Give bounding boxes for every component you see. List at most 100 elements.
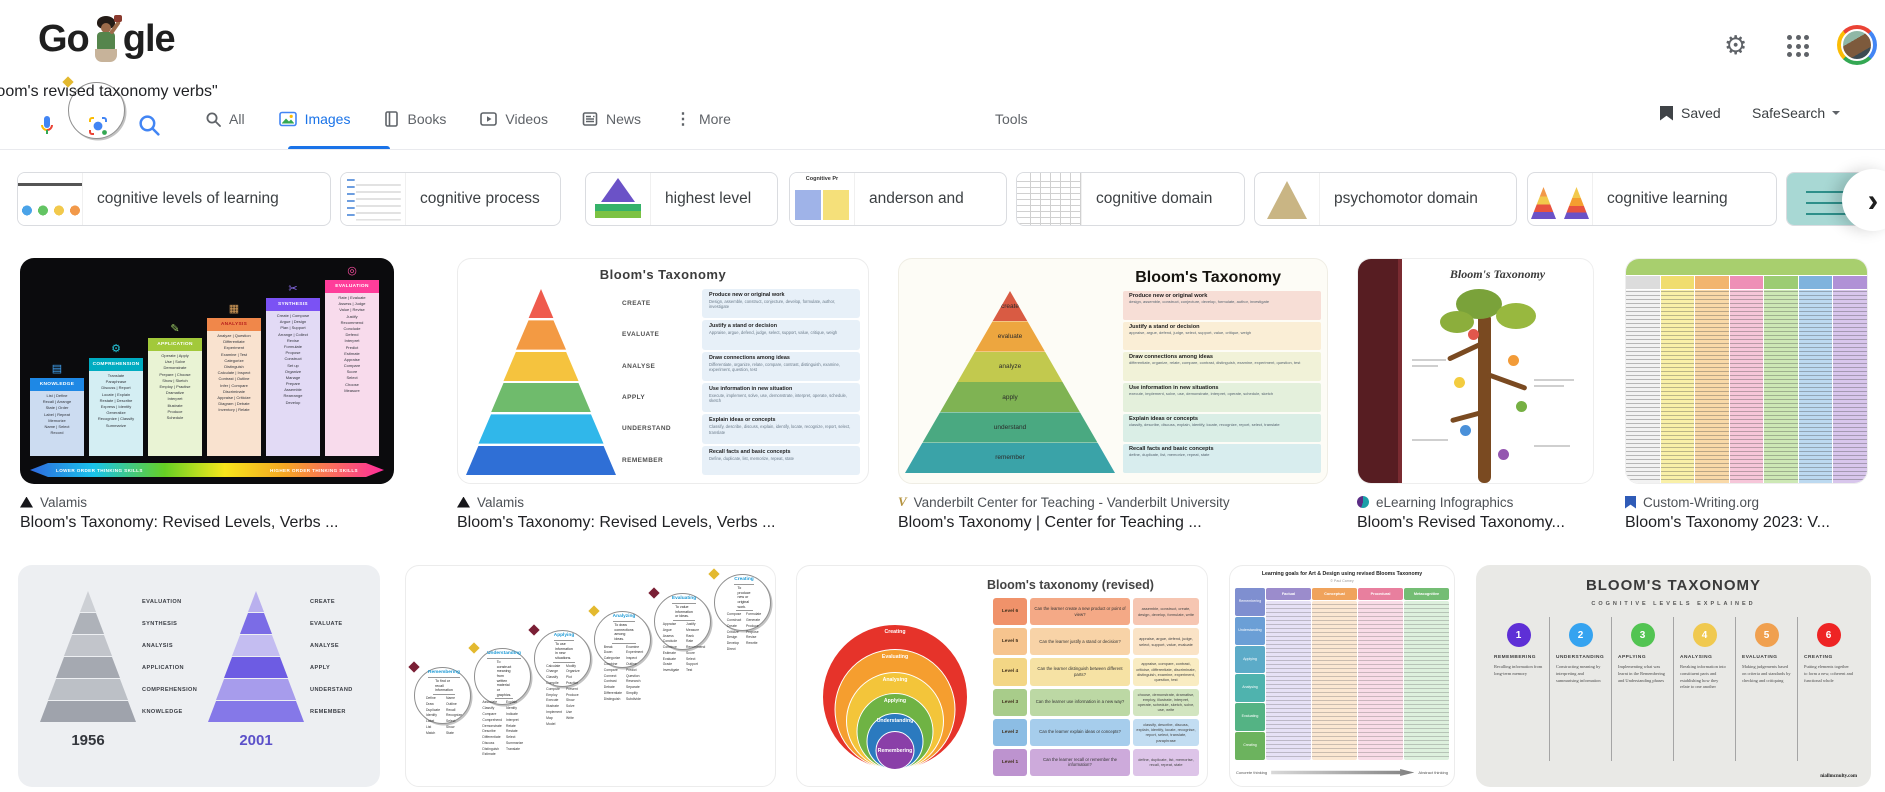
related-chip-psychomotor-domain[interactable]: psychomotor domain xyxy=(1254,172,1517,226)
related-chip-cognitive-learning[interactable]: cognitive learning xyxy=(1527,172,1777,226)
box-subtitle: To draw connections among ideas. xyxy=(612,622,635,644)
saved-button[interactable]: Saved xyxy=(1660,98,1721,128)
taxonomy-column: ◎ EVALUATION Rate | Evaluate Assess | Ju… xyxy=(325,264,379,456)
chip-label: anderson and xyxy=(855,190,982,208)
level-row: Level 3 Can the learner use information … xyxy=(993,689,1199,716)
result-image-step-boxes[interactable]: Remembering To find or recall informatio… xyxy=(405,565,776,787)
taxonomy-column: ✎ APPLICATION Operate | Apply Use | Solv… xyxy=(148,322,202,456)
column-verbs: Operate | Apply Use | Solve Demonstrate … xyxy=(148,351,202,456)
result-image-concentric-circles[interactable]: Bloom's taxonomy (revised) Creating Eval… xyxy=(796,565,1208,787)
column-icon: ▤ xyxy=(30,362,84,378)
account-avatar[interactable] xyxy=(1837,25,1877,65)
search-query-text[interactable]: "bloom's revised taxonomy verbs" xyxy=(0,83,218,113)
level-column: 1 REMEMBERING Recalling information from… xyxy=(1488,617,1549,761)
owl xyxy=(1498,449,1509,460)
level-description: Recalling information from long-term mem… xyxy=(1494,664,1543,678)
tab-images[interactable]: Images xyxy=(279,111,351,127)
result-source[interactable]: Valamis xyxy=(457,493,869,511)
safesearch-label: SafeSearch xyxy=(1752,105,1825,121)
result-image-valamis-dark-stairs[interactable]: ▤ KNOWLEDGE List | Define Recall | Arran… xyxy=(20,258,394,484)
ring: Remembering xyxy=(876,731,915,770)
search-box[interactable]: "bloom's revised taxonomy verbs" xyxy=(68,82,125,139)
tab-books[interactable]: Books xyxy=(384,111,446,127)
abstract-label: Abstract thinking xyxy=(1418,770,1448,775)
result-source[interactable]: eLearning Infographics xyxy=(1357,493,1594,511)
ring-label: Analysing xyxy=(847,677,943,683)
result-image-1956-vs-2001[interactable]: EVALUATION SYNTHESIS ANALYSIS APPLICATIO… xyxy=(18,565,380,787)
result-source[interactable]: V Vanderbilt Center for Teaching - Vande… xyxy=(898,493,1328,511)
level-chip: Level 4 xyxy=(993,658,1027,685)
tools-button[interactable]: Tools xyxy=(995,100,1028,138)
column-verbs: Rate | Evaluate Assess | Judge Value | R… xyxy=(325,293,379,456)
custom-writing-favicon xyxy=(1625,496,1636,509)
tab-label: All xyxy=(229,111,245,127)
logo-text-prefix: Go xyxy=(38,18,89,61)
level-description: Recall facts and basic conceptsdefine, d… xyxy=(1123,444,1321,473)
videos-icon xyxy=(480,111,497,127)
result-title[interactable]: Bloom's Taxonomy: Revised Levels, Verbs … xyxy=(20,514,394,538)
tree-trunk xyxy=(1478,313,1491,483)
level-description: Draw connections among ideasdifferentiat… xyxy=(1123,352,1321,381)
level-description: Justify a stand or decisionappraise, arg… xyxy=(1123,322,1321,351)
related-chip-cognitive-levels[interactable]: cognitive levels of learning xyxy=(17,172,331,226)
related-chip-highest-level[interactable]: highest level xyxy=(585,172,778,226)
higher-order-label: HIGHER ORDER THINKING SKILLS xyxy=(270,468,358,473)
source-name: Valamis xyxy=(40,495,87,510)
source-name: Vanderbilt Center for Teaching - Vanderb… xyxy=(914,495,1230,510)
pyramid-1956: EVALUATION SYNTHESIS ANALYSIS APPLICATIO… xyxy=(40,591,200,749)
result-title[interactable]: Bloom's Taxonomy: Revised Levels, Verbs … xyxy=(457,514,869,538)
books-icon xyxy=(384,111,399,127)
related-chip-cognitive-process[interactable]: cognitive process xyxy=(340,172,561,226)
pyramid-row: APPLY Use information in new situationEx… xyxy=(466,383,860,412)
pyramid-layer: understand xyxy=(905,412,1115,442)
result-image-valamis-pyramid[interactable]: Bloom's Taxonomy CREATE Produce new or o… xyxy=(457,258,869,484)
tab-more[interactable]: ⋮ More xyxy=(675,109,731,129)
infographic-title: Learning goals for Art & Design using re… xyxy=(1234,571,1450,577)
google-lens-icon[interactable] xyxy=(86,114,110,138)
source-name: eLearning Infographics xyxy=(1376,495,1513,510)
result-image-art-design-grid[interactable]: Learning goals for Art & Design using re… xyxy=(1229,565,1455,787)
safesearch-dropdown[interactable]: SafeSearch xyxy=(1752,98,1840,128)
level-column: 3 APPLYING Implementing what was learnt … xyxy=(1611,617,1673,761)
level-description: Explain ideas or conceptsClassify, descr… xyxy=(702,414,860,443)
tab-news[interactable]: News xyxy=(582,111,641,127)
row-label: Analysing xyxy=(1235,674,1265,702)
google-apps-grid-icon[interactable] xyxy=(1787,35,1809,57)
taxonomy-step-box: Analyzing To draw connections among idea… xyxy=(594,611,651,668)
valamis-favicon xyxy=(457,497,470,508)
level-label: REMEMBERING xyxy=(1494,655,1543,660)
search-submit-icon[interactable] xyxy=(137,113,162,138)
owl xyxy=(1508,355,1519,366)
tab-label: Videos xyxy=(505,111,548,127)
settings-gear-icon[interactable]: ⚙ xyxy=(1724,30,1747,60)
result-title[interactable]: Bloom's Taxonomy | Center for Teaching .… xyxy=(898,514,1328,538)
result-image-vanderbilt-pyramid[interactable]: Bloom's Taxonomy createevaluateanalyzeap… xyxy=(898,258,1328,484)
related-chip-cognitive-domain[interactable]: cognitive domain xyxy=(1016,172,1245,226)
level-name: ANALYSE xyxy=(622,352,696,381)
level-verbs: appraise, compare, contrast, criticise, … xyxy=(1133,658,1199,685)
level-description: Making judgements based on criteria and … xyxy=(1742,664,1791,684)
result-image-owl-tree[interactable]: Bloom's Taxonomy xyxy=(1357,258,1594,484)
voice-search-icon[interactable] xyxy=(35,114,59,138)
column-verbs: Analyze | Question Differentiate Experim… xyxy=(207,331,261,456)
level-description: Implementing what was learnt in the Reme… xyxy=(1618,664,1667,684)
result-image-taxonomy-table[interactable] xyxy=(1625,258,1868,484)
tab-videos[interactable]: Videos xyxy=(480,111,548,127)
level-label: APPLICATION xyxy=(142,665,184,671)
box-subtitle: To find or recall information xyxy=(433,678,455,695)
table-column xyxy=(1799,276,1833,483)
related-chip-anderson-and[interactable]: Cognitive Pr anderson and xyxy=(789,172,1007,226)
result-title[interactable]: Bloom's Taxonomy 2023: V... xyxy=(1625,514,1868,538)
result-title[interactable]: Bloom's Revised Taxonomy... xyxy=(1357,514,1594,538)
result-image-levels-explained[interactable]: BLOOM'S TAXONOMY COGNITIVE LEVELS EXPLAI… xyxy=(1476,565,1871,787)
google-doodle-logo[interactable]: Go gle xyxy=(38,12,175,66)
table-header-band xyxy=(1626,259,1867,275)
result-source[interactable]: Valamis xyxy=(20,493,394,511)
level-name: CREATE xyxy=(622,289,696,318)
tab-all[interactable]: All xyxy=(205,111,245,127)
chevron-down-icon xyxy=(1832,111,1840,119)
pyramid-row: EVALUATION xyxy=(40,591,200,612)
result-source[interactable]: Custom-Writing.org xyxy=(1625,493,1868,511)
level-description: Produce new or original workDesign, asse… xyxy=(702,289,860,318)
level-description: Draw connections among ideasDifferentiat… xyxy=(702,352,860,381)
